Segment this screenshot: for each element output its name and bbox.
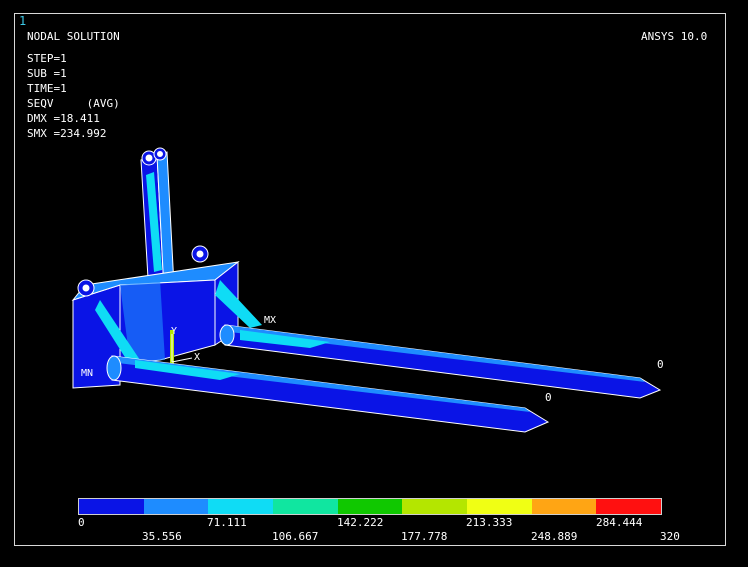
legend-swatch-3 bbox=[273, 499, 338, 514]
max-marker: MX bbox=[264, 315, 276, 326]
fea-model-view[interactable]: Y X MN MX 0 0 bbox=[0, 0, 748, 567]
axis-y-label: Y bbox=[171, 326, 177, 337]
legend-swatch-5 bbox=[402, 499, 468, 514]
zero-label-front: 0 bbox=[545, 391, 552, 404]
zero-label-rear: 0 bbox=[657, 358, 664, 371]
legend-label-0: 0 bbox=[78, 516, 85, 529]
legend-swatch-0 bbox=[79, 499, 144, 514]
legend-label-320: 320 bbox=[660, 530, 680, 543]
axis-x-label: X bbox=[194, 352, 200, 363]
min-marker: MN bbox=[81, 368, 93, 379]
legend-label-142: 142.222 bbox=[337, 516, 384, 529]
contour-legend-bar bbox=[78, 498, 662, 515]
legend-swatch-8 bbox=[596, 499, 662, 514]
legend-swatch-7 bbox=[531, 499, 597, 514]
legend-swatch-2 bbox=[208, 499, 274, 514]
legend-swatch-1 bbox=[143, 499, 209, 514]
legend-label-284: 284.444 bbox=[596, 516, 643, 529]
legend-label-248: 248.889 bbox=[531, 530, 578, 543]
legend-label-71: 71.111 bbox=[207, 516, 247, 529]
legend-label-35: 35.556 bbox=[142, 530, 182, 543]
legend-label-106: 106.667 bbox=[272, 530, 319, 543]
legend-label-213: 213.333 bbox=[466, 516, 513, 529]
legend-label-177: 177.778 bbox=[401, 530, 448, 543]
legend-swatch-6 bbox=[467, 499, 532, 514]
legend-swatch-4 bbox=[337, 499, 403, 514]
